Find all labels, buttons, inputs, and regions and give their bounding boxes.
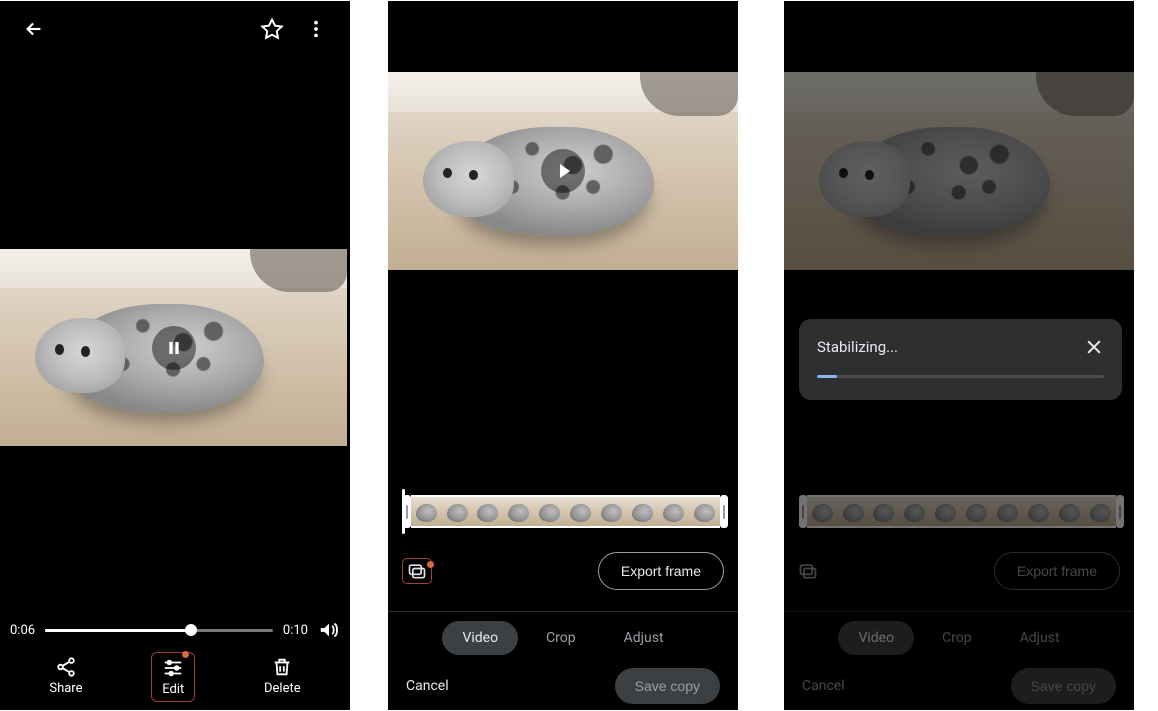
progress-fill [817,375,837,378]
stabilizing-screen: Export frame Video Crop Adjust Cancel Sa… [784,1,1134,710]
more-vert-icon [305,18,327,40]
delete-button[interactable]: Delete [254,652,311,702]
cancel-button[interactable]: Cancel [406,678,449,694]
save-copy-button[interactable]: Save copy [615,668,720,704]
top-bar [0,1,350,57]
trim-handle-right[interactable] [720,495,728,528]
dialog-close-button[interactable] [1084,337,1104,357]
play-button[interactable] [541,149,585,193]
scrubber-thumb[interactable] [185,624,197,636]
edit-button[interactable]: Edit [151,652,195,702]
preview-content [388,72,738,270]
current-time: 0:06 [10,623,35,638]
pause-icon [166,340,182,356]
timeline-playhead[interactable] [402,489,405,534]
export-frame-button[interactable]: Export frame [598,552,724,590]
export-row: Export frame [402,551,724,591]
trim-timeline[interactable] [403,495,728,528]
dialog-title: Stabilizing... [817,338,898,356]
editor-preview [388,3,738,339]
video-scrubber: 0:06 0:10 [10,614,340,646]
volume-button[interactable] [318,619,340,641]
editor-bottom-bar: Cancel Save copy [388,662,738,710]
edit-indicator-dot [182,651,189,658]
bottom-actions: Share Edit Delete [0,646,350,710]
delete-label: Delete [264,681,301,696]
close-icon [1084,337,1104,357]
arrow-left-icon [23,18,45,40]
back-button[interactable] [14,9,54,49]
video-editor-screen: Export frame Video Crop Adjust Cancel Sa… [388,1,738,710]
pause-button[interactable] [152,326,196,370]
play-icon [560,164,570,178]
tune-icon [162,657,184,679]
stabilize-indicator-dot [427,561,434,568]
tab-adjust[interactable]: Adjust [604,621,684,655]
total-time: 0:10 [283,623,308,638]
video-frame[interactable] [0,249,347,446]
stabilizing-dialog: Stabilizing... [799,319,1122,400]
stabilize-icon [407,562,427,580]
progress-bar [817,375,1104,378]
stabilize-button[interactable] [402,558,432,584]
tab-video[interactable]: Video [442,621,518,655]
volume-icon [318,619,340,641]
more-button[interactable] [296,9,336,49]
share-icon [55,656,77,678]
scrubber-track[interactable] [45,629,273,632]
trash-icon [271,656,293,678]
timeline-frames[interactable] [411,495,720,528]
video-viewer-screen: 0:06 0:10 Share Edit Delete [0,1,350,710]
favorite-button[interactable] [252,9,292,49]
tab-crop[interactable]: Crop [526,621,596,655]
mode-tabs: Video Crop Adjust [388,611,738,663]
share-button[interactable]: Share [39,652,92,702]
scrubber-progress [45,629,191,632]
edit-label: Edit [162,682,184,697]
star-outline-icon [260,17,284,41]
video-content [0,249,347,446]
share-label: Share [49,681,82,696]
